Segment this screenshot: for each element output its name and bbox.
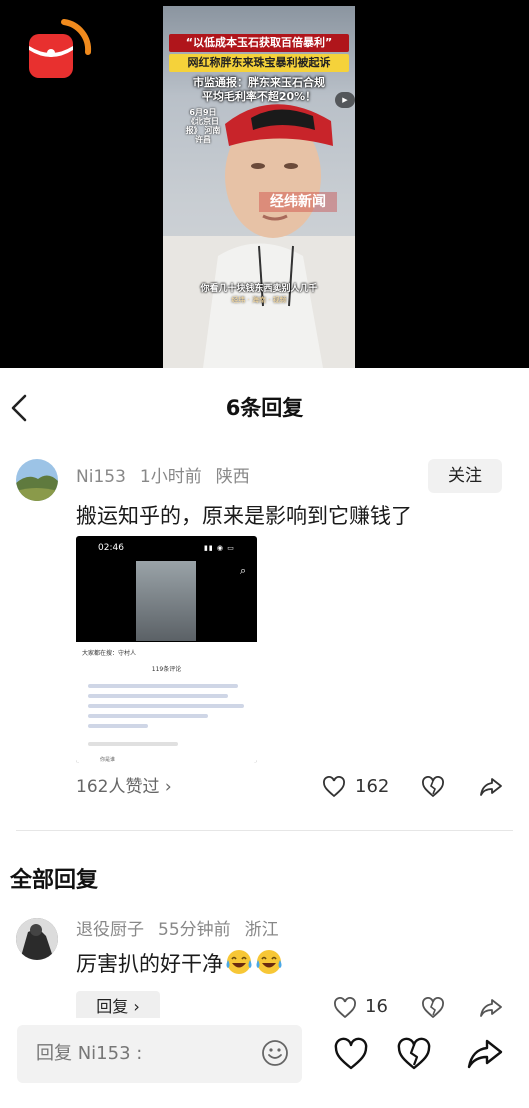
video-player[interactable]: “以低成本玉石获取百倍暴利” 网红称胖东来珠宝暴利被起诉 市监通报：胖东来玉石合… <box>163 6 355 368</box>
video-credits: 经纬 · 海南 · 视频 <box>231 296 287 304</box>
image-text-line <box>88 704 244 708</box>
laughing-crying-emoji-icon <box>256 950 282 974</box>
share-icon[interactable] <box>479 776 503 798</box>
image-text-line <box>88 714 208 718</box>
like-count: 16 <box>365 996 388 1017</box>
video-headline-3-line-2: 平均毛利率不超20%！ <box>201 90 317 103</box>
share-icon[interactable] <box>466 1037 504 1071</box>
video-headline-1: “以低成本玉石获取百倍暴利” <box>169 34 349 52</box>
share-icon[interactable] <box>479 997 503 1019</box>
image-text-line <box>88 694 228 698</box>
broken-heart-icon[interactable] <box>421 997 445 1019</box>
reply-meta: 退役厨子 55分钟前 浙江 <box>76 918 293 942</box>
video-watermark: 经纬新闻 <box>259 192 337 212</box>
reply-button-label: 回复 <box>96 997 129 1016</box>
like-count: 162 <box>355 776 390 797</box>
username[interactable]: 退役厨子 <box>76 920 144 940</box>
video-badge-icon: ▶ <box>335 92 355 108</box>
post-time: 1小时前 <box>139 467 202 487</box>
image-text-line <box>88 742 178 746</box>
avatar[interactable] <box>16 459 58 501</box>
image-status-icons: ▮▮ ◉ ▭ <box>204 544 235 552</box>
image-search-icon: ⌕ <box>240 564 247 577</box>
emoji-icon[interactable] <box>261 1039 289 1067</box>
video-headline-2: 网红称胖东来珠宝暴利被起诉 <box>169 54 349 72</box>
section-title: 全部回复 <box>10 868 99 893</box>
broken-heart-icon[interactable] <box>421 776 445 798</box>
video-subtitle: 你看几十块钱东西卖别人几千 <box>200 284 318 294</box>
heart-icon[interactable] <box>322 776 346 798</box>
video-headline-3: 市监通报：胖东来玉石合规 平均毛利率不超20%！ <box>169 76 349 104</box>
reply-location: 浙江 <box>244 920 279 940</box>
image-text-line <box>88 724 148 728</box>
app-logo-icon[interactable] <box>24 16 92 84</box>
image-text-line <box>88 684 238 688</box>
heart-icon[interactable] <box>333 1037 369 1071</box>
video-headline-3-line-1: 市监通报：胖东来玉石合规 <box>193 76 325 89</box>
image-reply-name: 你是谁 <box>100 757 116 763</box>
likes-summary-text: 162人赞过 <box>76 777 160 797</box>
post-location: 陕西 <box>215 467 250 487</box>
post-text: 搬运知乎的，原来是影响到它赚钱了 <box>76 504 412 528</box>
video-date-caption: 6月9日 《北京日报》 河南 许昌 <box>185 108 221 144</box>
follow-button[interactable]: 关注 <box>428 459 502 493</box>
image-comment-count: 119条评论 <box>151 666 182 673</box>
image-comment-panel: 大家都在搜：守村人 119条评论 你是谁 <box>76 642 257 763</box>
chevron-right-icon: › <box>164 777 172 797</box>
reply-time: 55分钟前 <box>158 920 231 940</box>
post-meta: Ni153 1小时前 陕西 <box>76 465 264 489</box>
image-status-time: 02:46 <box>98 543 124 553</box>
image-video-thumbnail <box>136 561 196 641</box>
reply-input-placeholder[interactable]: 回复 Ni153 : <box>36 1041 142 1067</box>
avatar[interactable] <box>16 918 58 960</box>
chevron-right-icon: › <box>133 997 140 1016</box>
heart-icon[interactable] <box>333 997 357 1019</box>
sheet-title: 6条回复 <box>225 396 304 420</box>
reply-text-content: 厉害扒的好干净 <box>76 952 223 976</box>
divider <box>16 830 513 831</box>
username[interactable]: Ni153 <box>76 467 126 487</box>
post-image[interactable]: 02:46 ▮▮ ◉ ▭ ⌕ 大家都在搜：守村人 119条评论 你是谁 <box>76 536 257 763</box>
reply-text: 厉害扒的好干净 <box>76 948 283 980</box>
likes-summary[interactable]: 162人赞过 › <box>76 775 172 799</box>
broken-heart-icon[interactable] <box>396 1037 432 1071</box>
image-search-hint: 大家都在搜：守村人 <box>82 650 137 657</box>
laughing-crying-emoji-icon <box>226 950 252 974</box>
